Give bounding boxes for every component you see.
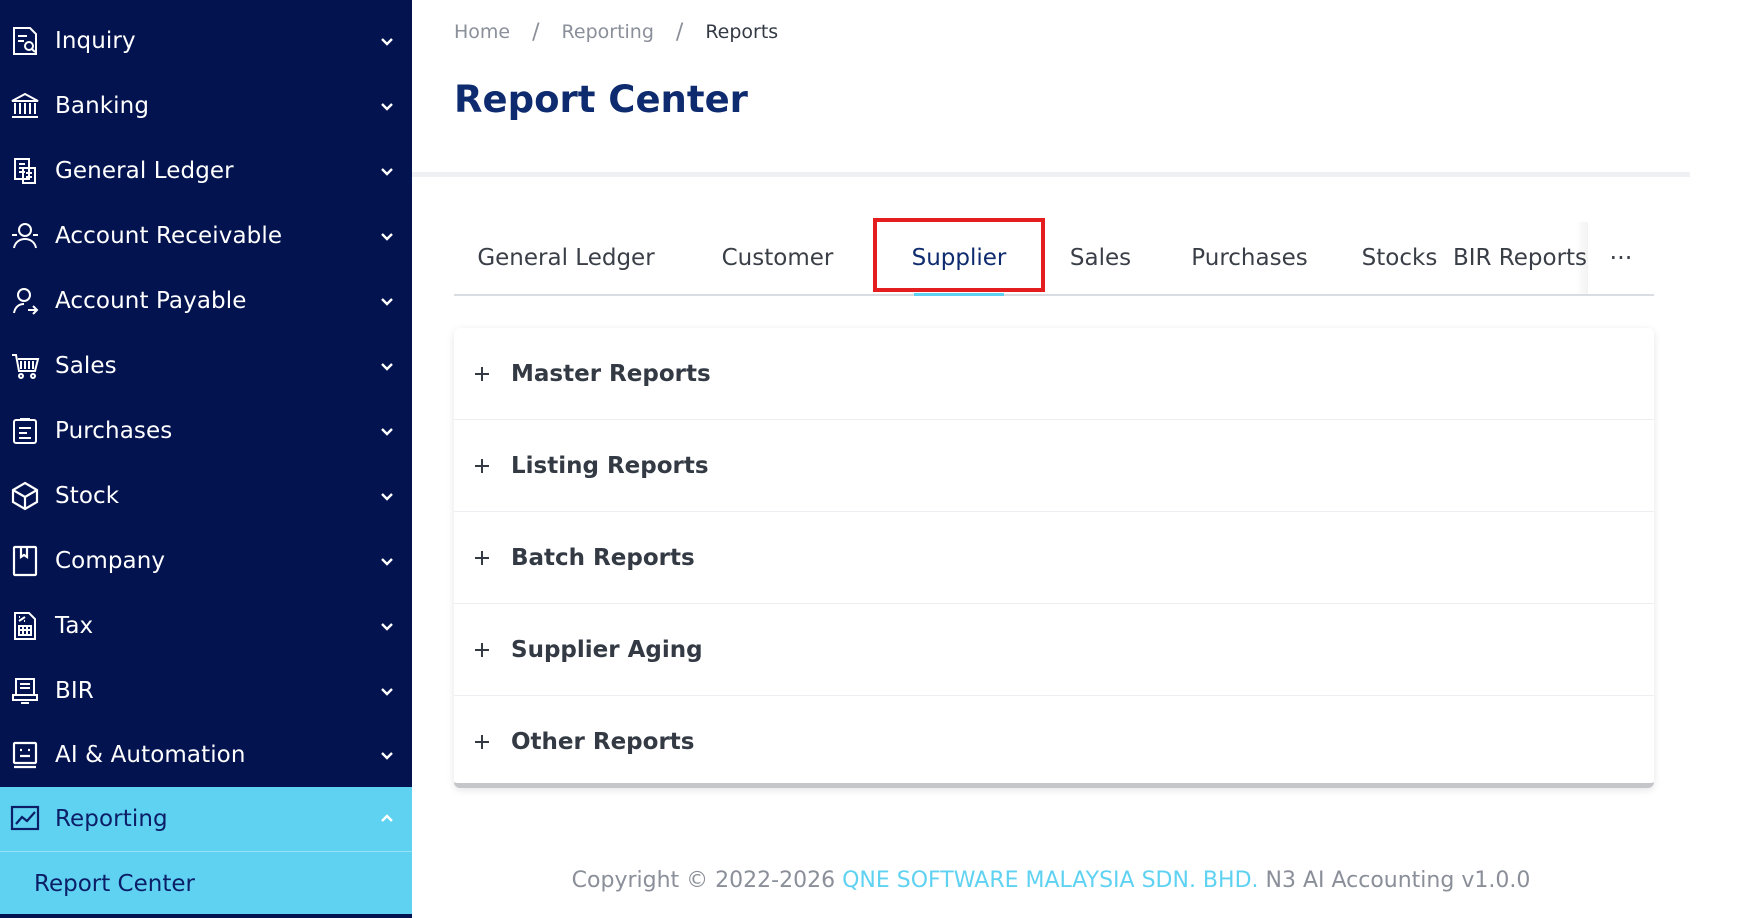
sidebar-item-label: Account Payable xyxy=(55,288,247,314)
sidebar-item-label: Purchases xyxy=(55,418,173,444)
header-divider xyxy=(412,172,1690,177)
payable-icon xyxy=(10,286,40,316)
chevron-down-icon xyxy=(381,38,393,46)
app: Inquiry Banking General Ledger Account R… xyxy=(0,0,1738,918)
receivable-icon xyxy=(10,221,40,251)
accordion-listing-reports[interactable]: Listing Reports xyxy=(454,420,1654,512)
chevron-down-icon xyxy=(381,168,393,176)
sidebar-item-label: Banking xyxy=(55,93,150,119)
sidebar-item-purchases[interactable]: Purchases xyxy=(0,399,412,463)
sidebar-item-label: Stock xyxy=(55,483,120,509)
tabs-more-button[interactable]: ··· xyxy=(1588,222,1654,294)
sidebar-item-label: Reporting xyxy=(55,806,168,832)
chart-line-icon xyxy=(10,804,40,834)
chevron-down-icon xyxy=(381,428,393,436)
sidebar-item-ai-automation[interactable]: AI & Automation xyxy=(0,723,412,787)
plus-icon xyxy=(470,638,494,662)
accordion-batch-reports[interactable]: Batch Reports xyxy=(454,512,1654,604)
accordion-title: Batch Reports xyxy=(511,544,695,571)
accordion-title: Other Reports xyxy=(511,729,695,755)
tab-customer[interactable]: Customer xyxy=(682,222,873,294)
bookmark-icon xyxy=(10,545,40,577)
clipboard-icon xyxy=(10,416,40,446)
footer-copyright: Copyright © 2022-2026 xyxy=(571,868,843,893)
tab-stocks[interactable]: Stocks xyxy=(1339,222,1460,294)
accordion-other-reports[interactable]: Other Reports xyxy=(454,696,1654,788)
tax-icon xyxy=(10,611,40,641)
report-tabs: General Ledger Customer Supplier Sales P… xyxy=(454,218,1654,296)
chevron-down-icon xyxy=(381,688,393,696)
chevron-down-icon xyxy=(381,752,393,760)
sidebar-item-reporting[interactable]: Reporting xyxy=(0,787,412,851)
chevron-down-icon xyxy=(381,363,393,371)
accordion-title: Master Reports xyxy=(511,360,711,387)
chevron-up-icon xyxy=(381,814,393,822)
sidebar: Inquiry Banking General Ledger Account R… xyxy=(0,0,412,918)
sidebar-item-stock[interactable]: Stock xyxy=(0,464,412,528)
breadcrumb-home-link[interactable]: Home xyxy=(454,21,510,43)
sidebar-subitem-report-center[interactable]: Report Center xyxy=(0,851,412,915)
sidebar-item-tax[interactable]: Tax xyxy=(0,594,412,658)
sidebar-item-account-payable[interactable]: Account Payable xyxy=(0,269,412,333)
chevron-down-icon xyxy=(381,558,393,566)
footer-version: N3 AI Accounting v1.0.0 xyxy=(1258,868,1531,893)
chevron-down-icon xyxy=(381,103,393,111)
main-content: Home / Reporting / Reports Report Center… xyxy=(412,0,1738,918)
accordion-title: Supplier Aging xyxy=(511,636,703,663)
accordion-master-reports[interactable]: Master Reports xyxy=(454,328,1654,420)
tab-sales[interactable]: Sales xyxy=(1045,222,1156,294)
plus-icon xyxy=(470,362,494,386)
plus-icon xyxy=(470,730,494,754)
plus-icon xyxy=(470,454,494,478)
chevron-down-icon xyxy=(381,493,393,501)
sidebar-item-bir[interactable]: BIR xyxy=(0,659,412,723)
breadcrumb: Home / Reporting / Reports xyxy=(454,18,778,46)
tab-general-ledger[interactable]: General Ledger xyxy=(454,222,678,294)
report-accordion: Master Reports Listing Reports Batch Rep… xyxy=(454,328,1654,788)
sidebar-item-label: Account Receivable xyxy=(55,223,283,249)
sidebar-item-label: Tax xyxy=(55,613,94,639)
monitor-icon xyxy=(10,676,40,706)
breadcrumb-reporting-link[interactable]: Reporting xyxy=(562,21,654,43)
cube-icon xyxy=(10,481,40,511)
chevron-down-icon xyxy=(381,298,393,306)
sidebar-item-company[interactable]: Company xyxy=(0,529,412,593)
tab-purchases[interactable]: Purchases xyxy=(1164,222,1335,294)
sidebar-item-label: Company xyxy=(55,548,166,574)
sidebar-item-label: AI & Automation xyxy=(55,742,246,768)
sidebar-subitem-label: Report Center xyxy=(34,870,195,897)
sidebar-bottom-edge xyxy=(0,914,412,918)
tabs-scroll-shadow xyxy=(1576,222,1588,294)
sidebar-item-label: BIR xyxy=(55,678,94,704)
accordion-supplier-aging[interactable]: Supplier Aging xyxy=(454,604,1654,696)
breadcrumb-current: Reports xyxy=(705,21,779,43)
sidebar-item-banking[interactable]: Banking xyxy=(0,74,412,138)
cart-icon xyxy=(10,351,40,381)
tab-bir-reports[interactable]: BIR Reports xyxy=(1453,222,1587,294)
chevron-down-icon xyxy=(381,623,393,631)
robot-icon xyxy=(10,740,40,770)
sidebar-item-label: General Ledger xyxy=(55,158,234,184)
sidebar-item-general-ledger[interactable]: General Ledger xyxy=(0,139,412,203)
chevron-down-icon xyxy=(381,233,393,241)
inquiry-icon xyxy=(10,26,40,56)
tab-supplier[interactable]: Supplier xyxy=(877,222,1041,294)
footer: Copyright © 2022-2026 QNE SOFTWARE MALAY… xyxy=(412,868,1690,893)
sidebar-item-account-receivable[interactable]: Account Receivable xyxy=(0,204,412,268)
accordion-title: Listing Reports xyxy=(511,452,709,479)
breadcrumb-separator: / xyxy=(532,19,540,45)
plus-icon xyxy=(470,546,494,570)
footer-company-link[interactable]: QNE SOFTWARE MALAYSIA SDN. BHD. xyxy=(842,868,1258,893)
breadcrumb-separator: / xyxy=(675,19,684,45)
ledger-icon xyxy=(10,156,40,186)
sidebar-item-inquiry[interactable]: Inquiry xyxy=(0,9,412,73)
sidebar-item-sales[interactable]: Sales xyxy=(0,334,412,398)
sidebar-item-label: Inquiry xyxy=(55,28,136,54)
bank-icon xyxy=(10,91,40,121)
sidebar-item-label: Sales xyxy=(55,353,117,379)
page-title: Report Center xyxy=(454,78,748,121)
